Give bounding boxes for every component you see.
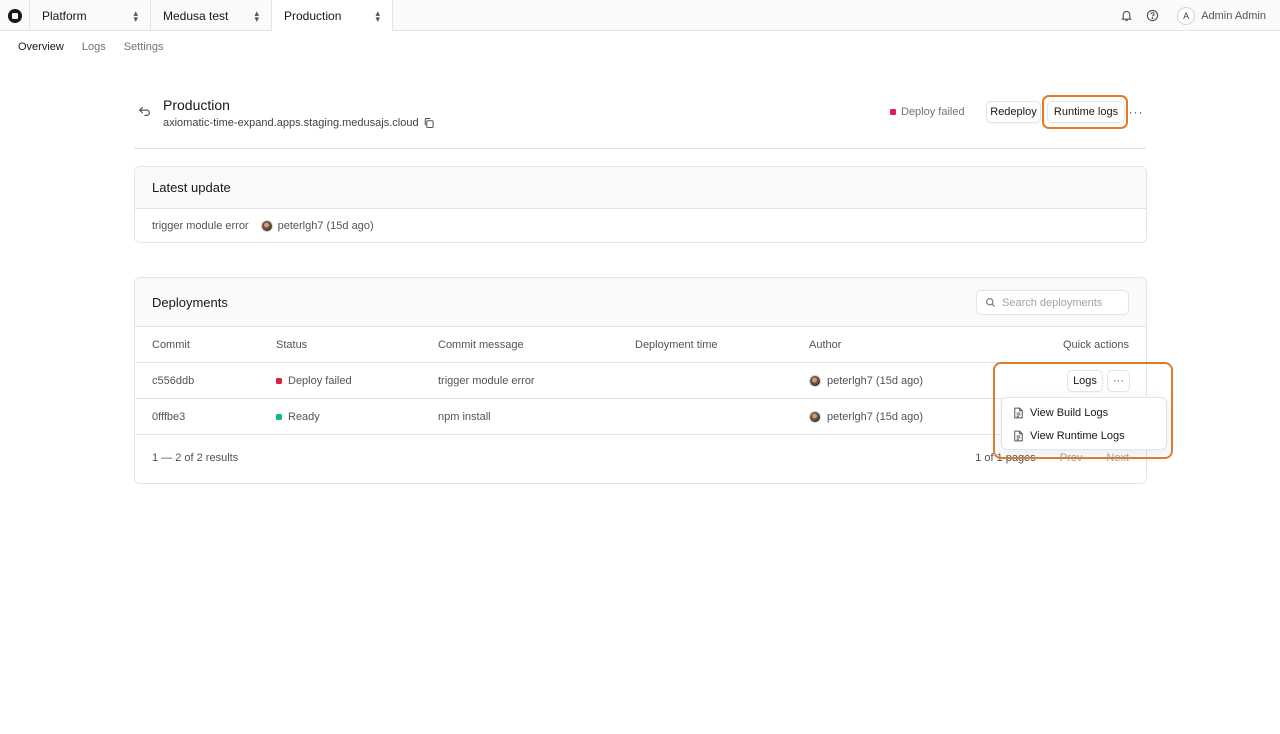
- top-bar: Platform ▴ ▾ Medusa test ▴ ▾ Production ▴ ▾…: [0, 0, 1280, 31]
- chevron-up-down-icon: ▴ ▾: [133, 7, 138, 24]
- deployments-title: Deployments: [152, 294, 228, 310]
- ready-status-dot: [276, 414, 282, 420]
- author-name: peterlgh7 (15d ago): [827, 375, 924, 387]
- column-quick-actions: Quick actions: [1062, 339, 1129, 351]
- more-actions-button[interactable]: ···: [1128, 104, 1144, 120]
- help-button[interactable]: [1139, 3, 1165, 29]
- column-commit: Commit: [152, 339, 190, 351]
- author-name: peterlgh7 (15d ago): [277, 220, 374, 232]
- environment-switcher-label: Production: [284, 8, 342, 23]
- deployments-card: Deployments Search deployments Commit St…: [134, 277, 1147, 484]
- page-count: 1 of 1 pages: [975, 452, 1036, 464]
- status-badge: Deploy failed: [276, 363, 352, 399]
- redeploy-button[interactable]: Redeploy: [986, 101, 1041, 123]
- latest-update-title: Latest update: [135, 167, 1146, 209]
- page-title: Production: [163, 97, 230, 113]
- document-icon: [1014, 430, 1023, 441]
- menu-item-label: View Runtime Logs: [1030, 429, 1125, 442]
- help-circle-icon: [1146, 9, 1158, 22]
- runtime-logs-highlight: [1042, 95, 1128, 129]
- column-commit-message: Commit message: [438, 339, 524, 351]
- avatar: [260, 220, 273, 232]
- document-icon: [1014, 407, 1023, 418]
- commit-message: npm install: [438, 411, 491, 423]
- latest-update-author: peterlgh7 (15d ago): [260, 220, 374, 232]
- environment-switcher[interactable]: Production ▴ ▾: [272, 0, 393, 31]
- deployments-header: Deployments Search deployments: [135, 278, 1146, 327]
- avatar: [809, 375, 821, 387]
- column-status: Status: [276, 339, 308, 351]
- latest-update-card: Latest update trigger module error peter…: [134, 166, 1147, 243]
- prev-page-button[interactable]: Prev: [1060, 452, 1083, 464]
- tab-overview[interactable]: Overview: [18, 41, 64, 53]
- search-input[interactable]: Search deployments: [976, 290, 1129, 315]
- user-menu[interactable]: A Admin Admin: [1173, 4, 1272, 28]
- column-author: Author: [809, 339, 842, 351]
- top-bar-actions: A Admin Admin: [1113, 0, 1280, 31]
- status-text: Deploy failed: [288, 375, 352, 387]
- search-placeholder: Search deployments: [1002, 296, 1103, 309]
- tab-logs[interactable]: Logs: [82, 41, 106, 53]
- copy-icon[interactable]: [423, 117, 435, 129]
- quick-actions-menu: View Build Logs View Runtime Logs: [1001, 397, 1167, 450]
- project-switcher[interactable]: Medusa test ▴ ▾: [151, 0, 272, 31]
- organization-switcher-label: Platform: [42, 8, 87, 23]
- status-text: Ready: [288, 411, 320, 423]
- commit-hash: c556ddb: [152, 375, 195, 387]
- next-page-button[interactable]: Next: [1106, 452, 1129, 464]
- failed-status-dot: [890, 109, 896, 115]
- menu-item-label: View Build Logs: [1030, 406, 1109, 419]
- failed-status-dot: [276, 378, 282, 384]
- medusa-logo-icon: [7, 8, 22, 23]
- user-name: Admin Admin: [1201, 9, 1266, 22]
- search-icon: [986, 298, 995, 307]
- header-divider: [134, 148, 1146, 149]
- status-badge: Ready: [276, 399, 320, 435]
- environment-url: axiomatic-time-expand.apps.staging.medus…: [163, 117, 435, 129]
- chevron-up-down-icon: ▴ ▾: [375, 7, 380, 24]
- organization-switcher[interactable]: Platform ▴ ▾: [30, 0, 151, 31]
- commit-hash: 0fffbe3: [152, 411, 186, 423]
- notifications-button[interactable]: [1113, 3, 1139, 29]
- table-row[interactable]: 0fffbe3 Ready npm install peterlgh7 (15d…: [135, 399, 1146, 435]
- results-count: 1 — 2 of 2 results: [152, 452, 239, 464]
- latest-update-row: trigger module error peterlgh7 (15d ago): [135, 209, 1146, 242]
- table-footer: 1 — 2 of 2 results 1 of 1 pages Prev Nex…: [135, 435, 1146, 481]
- table-header-row: Commit Status Commit message Deployment …: [135, 327, 1146, 363]
- back-arrow-icon[interactable]: [138, 104, 152, 118]
- avatar: A: [1177, 6, 1196, 25]
- row-more-actions-button[interactable]: ···: [1107, 370, 1130, 392]
- logs-button[interactable]: Logs: [1067, 370, 1103, 392]
- author: peterlgh7 (15d ago): [809, 363, 923, 399]
- status-text: Deploy failed: [901, 106, 965, 118]
- avatar: [809, 411, 821, 423]
- deployments-table: Commit Status Commit message Deployment …: [135, 327, 1146, 481]
- chevron-up-down-icon: ▴ ▾: [254, 7, 259, 24]
- table-row[interactable]: c556ddb Deploy failed trigger module err…: [135, 363, 1146, 399]
- commit-message: trigger module error: [438, 375, 535, 387]
- column-deployment-time: Deployment time: [635, 339, 718, 351]
- bell-icon: [1121, 10, 1132, 21]
- author: peterlgh7 (15d ago): [809, 399, 923, 435]
- environment-url-text: axiomatic-time-expand.apps.staging.medus…: [163, 117, 419, 129]
- latest-update-message: trigger module error: [152, 220, 249, 232]
- logo[interactable]: [0, 0, 30, 31]
- status-badge: Deploy failed: [890, 106, 965, 118]
- view-runtime-logs-item[interactable]: View Runtime Logs: [1005, 424, 1163, 447]
- author-name: peterlgh7 (15d ago): [827, 411, 924, 423]
- view-build-logs-item[interactable]: View Build Logs: [1005, 401, 1163, 424]
- tab-settings[interactable]: Settings: [124, 41, 164, 53]
- environment-tabs: Overview Logs Settings: [18, 41, 163, 53]
- project-switcher-label: Medusa test: [163, 8, 229, 23]
